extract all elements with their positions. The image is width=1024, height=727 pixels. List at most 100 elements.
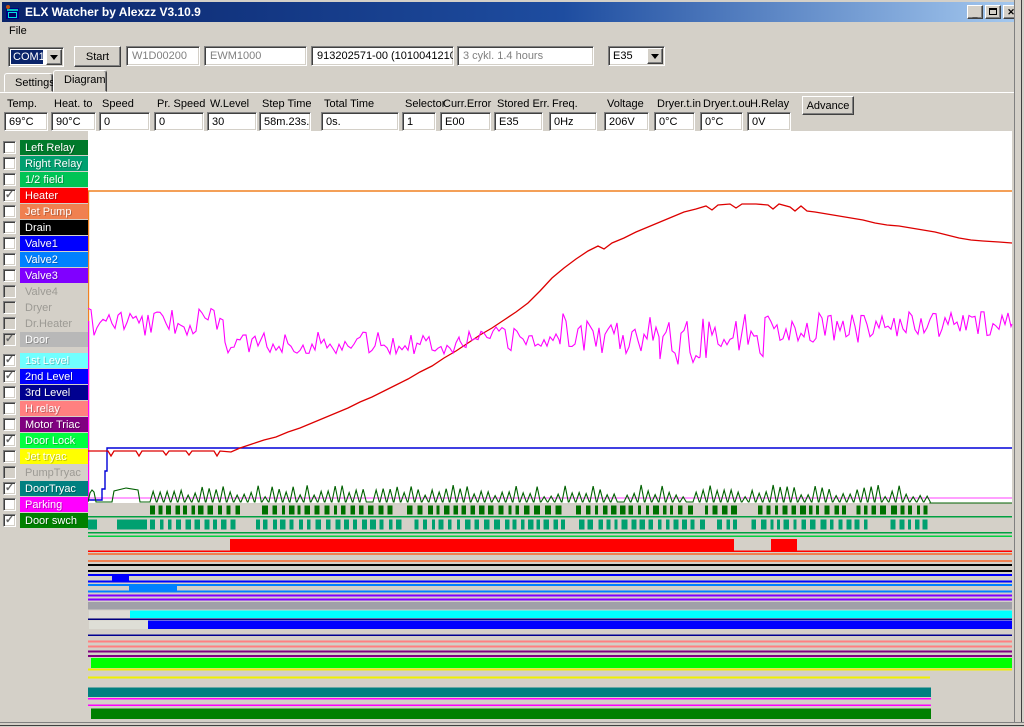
checkbox-icon[interactable] bbox=[3, 301, 16, 314]
left-relay-pulses bbox=[652, 505, 659, 515]
status-value-field[interactable]: 206V bbox=[604, 112, 649, 131]
checkbox-icon[interactable] bbox=[3, 466, 16, 479]
checkbox-checked-icon[interactable]: ✓ bbox=[3, 514, 16, 527]
checkbox-icon[interactable] bbox=[3, 173, 16, 186]
left-relay-pulses bbox=[235, 505, 240, 515]
right-relay-pulses bbox=[899, 519, 905, 530]
menu-file[interactable]: File bbox=[2, 23, 34, 39]
signal-row: Valve3 bbox=[2, 268, 88, 284]
left-relay-pulses bbox=[324, 505, 330, 515]
status-value-field[interactable]: E35 bbox=[494, 112, 543, 131]
status-value-field[interactable]: 1 bbox=[402, 112, 436, 131]
signal-row: Valve4 bbox=[2, 284, 88, 300]
tab-settings[interactable]: Settings bbox=[4, 73, 55, 92]
title-bar[interactable]: ELX Watcher by Alexzz V3.10.9 _ ✕ bbox=[2, 2, 1022, 22]
left-relay-pulses bbox=[198, 505, 204, 515]
left-relay-pulses bbox=[916, 505, 920, 515]
checkbox-icon[interactable] bbox=[3, 269, 16, 282]
status-value-field[interactable]: 0s. bbox=[321, 112, 399, 131]
checkbox-icon[interactable] bbox=[3, 141, 16, 154]
app-icon[interactable] bbox=[5, 5, 21, 19]
valve1-base bbox=[88, 580, 1012, 583]
checkbox-icon[interactable] bbox=[3, 285, 16, 298]
right-relay-pulses bbox=[673, 519, 679, 530]
left-relay-pulses bbox=[611, 505, 617, 515]
right-relay-pulses bbox=[204, 519, 210, 530]
status-value-field[interactable]: 0 bbox=[154, 112, 204, 131]
checkbox-icon[interactable] bbox=[3, 317, 16, 330]
checkbox-icon[interactable] bbox=[3, 221, 16, 234]
left-relay-pulses bbox=[175, 505, 180, 515]
checkbox-icon[interactable] bbox=[3, 418, 16, 431]
diagram-chart bbox=[88, 131, 1014, 723]
maximize-button[interactable] bbox=[985, 5, 1001, 19]
minimize-button[interactable]: _ bbox=[967, 5, 983, 19]
checkbox-checked-icon[interactable]: ✓ bbox=[3, 482, 16, 495]
tab-strip: Settings Diagram bbox=[0, 70, 1014, 92]
checkbox-checked-icon[interactable]: ✓ bbox=[3, 354, 16, 367]
signal-row: PumpTryac bbox=[2, 465, 88, 481]
doorswch-on bbox=[91, 708, 931, 719]
left-relay-pulses bbox=[165, 505, 172, 515]
status-value-field[interactable]: E00 bbox=[440, 112, 491, 131]
checkbox-icon[interactable] bbox=[3, 205, 16, 218]
right-relay-pulses bbox=[666, 519, 670, 530]
right-relay-pulses bbox=[553, 519, 558, 530]
status-value-field[interactable]: 0V bbox=[747, 112, 791, 131]
signal-label: Door bbox=[20, 332, 88, 347]
chevron-down-icon[interactable] bbox=[46, 49, 62, 65]
right-relay-pulses bbox=[776, 519, 780, 530]
right-relay-pulses bbox=[863, 519, 868, 530]
status-label: W.Level bbox=[210, 98, 250, 110]
left-relay-pulses bbox=[880, 505, 886, 515]
status-value-field[interactable]: 0°C bbox=[654, 112, 695, 131]
checkbox-checked-icon[interactable]: ✓ bbox=[3, 370, 16, 383]
valve3-top bbox=[88, 594, 1012, 597]
left-relay-pulses bbox=[628, 505, 633, 515]
checkbox-icon[interactable] bbox=[3, 450, 16, 463]
status-value-field[interactable]: 0Hz bbox=[549, 112, 597, 131]
board-code-field[interactable]: W1D00200 bbox=[126, 46, 200, 66]
checkbox-icon[interactable] bbox=[3, 386, 16, 399]
signal-label: Door swch bbox=[20, 513, 88, 528]
right-relay-pulses bbox=[520, 519, 525, 530]
com-port-select[interactable]: COM1 bbox=[8, 47, 64, 67]
checkbox-icon[interactable] bbox=[3, 253, 16, 266]
left-relay-pulses bbox=[289, 505, 295, 515]
window-border-bottom bbox=[0, 722, 1024, 727]
checkbox-icon[interactable] bbox=[3, 498, 16, 511]
cycle-info-field[interactable]: 3 cykl. 1.4 hours bbox=[457, 46, 594, 66]
tab-diagram[interactable]: Diagram bbox=[53, 70, 107, 92]
status-value-field[interactable]: 0°C bbox=[700, 112, 743, 131]
right-relay-pulses bbox=[512, 519, 517, 530]
status-label: Dryer.t.ou bbox=[703, 98, 751, 110]
right-relay-pulses bbox=[717, 519, 723, 530]
signal-label: H.relay bbox=[20, 401, 88, 416]
menu-bar: File bbox=[2, 22, 1022, 40]
right-relay-pulses bbox=[256, 519, 260, 530]
signal-label: Parking bbox=[20, 497, 88, 512]
error-code-select[interactable]: E35 bbox=[608, 46, 665, 66]
parking-base bbox=[88, 704, 931, 706]
status-value-field[interactable]: 0 bbox=[99, 112, 150, 131]
drain-top bbox=[88, 564, 1012, 566]
right-relay-pulses bbox=[770, 519, 774, 530]
valve2-top bbox=[88, 584, 1012, 586]
checkbox-icon[interactable] bbox=[3, 237, 16, 250]
status-value-field[interactable]: 58m.23s. bbox=[259, 112, 311, 131]
checkbox-checked-icon[interactable]: ✓ bbox=[3, 189, 16, 202]
checkbox-icon[interactable] bbox=[3, 402, 16, 415]
checkbox-icon[interactable] bbox=[3, 157, 16, 170]
board-type-field[interactable]: EWM1000 bbox=[204, 46, 307, 66]
status-value-field[interactable]: 30 bbox=[207, 112, 257, 131]
signal-label: Dr.Heater bbox=[25, 318, 73, 330]
checkbox-checked-icon[interactable]: ✓ bbox=[3, 333, 16, 346]
product-number-field[interactable]: 913202571-00 (1010041210) bbox=[311, 46, 454, 66]
heater-on bbox=[771, 539, 797, 551]
checkbox-checked-icon[interactable]: ✓ bbox=[3, 434, 16, 447]
right-relay-pulses bbox=[751, 519, 757, 530]
left-relay-pulses bbox=[272, 505, 277, 515]
chevron-down-icon[interactable] bbox=[647, 48, 663, 64]
start-button[interactable]: Start bbox=[74, 46, 121, 67]
advance-button[interactable]: Advance bbox=[802, 96, 854, 115]
